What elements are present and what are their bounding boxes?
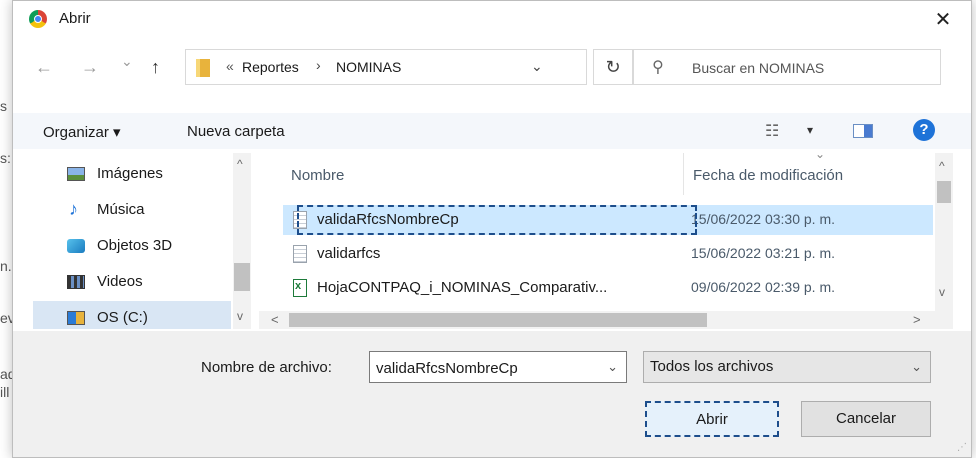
nav-item-imagenes[interactable]: Imágenes xyxy=(33,157,231,191)
forward-arrow-icon[interactable]: → xyxy=(81,57,99,78)
dialog-footer: Nombre de archivo: ⌄ Todos los archivos … xyxy=(13,331,971,457)
address-dropdown-chevron-icon[interactable]: ⌄ xyxy=(531,58,543,75)
scroll-down-icon[interactable]: v xyxy=(237,309,243,323)
navigation-bar: ← → ⌄ ↑ « Reportes › NOMINAS ⌄ ↻ ⚲ xyxy=(13,49,971,89)
column-header-name[interactable]: Nombre xyxy=(291,167,344,184)
new-folder-button[interactable]: Nueva carpeta xyxy=(187,123,285,140)
folder-icon xyxy=(196,59,210,77)
nav-item-videos[interactable]: Videos xyxy=(33,265,231,299)
file-list-vertical-scrollbar[interactable]: ^ v xyxy=(935,153,953,311)
file-date: 15/06/2022 03:21 p. m. xyxy=(691,245,835,261)
view-options-icon[interactable]: ☷ xyxy=(765,121,779,141)
background-text-fragment: n. xyxy=(0,258,12,274)
filename-label: Nombre de archivo: xyxy=(201,359,332,376)
open-file-dialog: Abrir ✕ ← → ⌄ ↑ « Reportes › NOMINAS ⌄ ↻… xyxy=(12,0,972,458)
scroll-thumb[interactable] xyxy=(234,263,250,291)
scroll-up-icon[interactable]: ^ xyxy=(939,159,945,173)
file-name: validarfcs xyxy=(317,245,381,262)
nav-pane-scrollbar[interactable]: ^ v xyxy=(233,153,251,329)
breadcrumb-item-reportes[interactable]: Reportes xyxy=(242,59,299,75)
nav-item-label: Objetos 3D xyxy=(97,237,173,254)
organize-menu-button[interactable]: Organizar ▾ xyxy=(43,123,121,141)
scroll-right-icon[interactable]: > xyxy=(913,312,921,327)
scroll-down-icon[interactable]: v xyxy=(939,285,945,299)
nav-item-musica[interactable]: ♪ Música xyxy=(33,193,231,227)
open-button[interactable]: Abrir xyxy=(645,401,779,437)
filename-combobox[interactable]: ⌄ xyxy=(369,351,627,383)
address-bar[interactable]: « Reportes › NOMINAS ⌄ xyxy=(185,49,587,85)
chrome-icon xyxy=(29,10,47,28)
close-button[interactable]: ✕ xyxy=(929,7,957,33)
nav-item-label: Videos xyxy=(97,273,143,290)
drive-icon xyxy=(67,311,85,325)
nav-item-os-c[interactable]: OS (C:) xyxy=(33,301,231,329)
file-type-value: Todos los archivos xyxy=(650,358,774,375)
file-list-horizontal-scrollbar[interactable]: < > xyxy=(259,311,953,329)
nav-item-objetos-3d[interactable]: Objetos 3D xyxy=(33,229,231,263)
navigation-pane: Imágenes ♪ Música Objetos 3D Videos OS (… xyxy=(33,153,253,329)
file-date: 15/06/2022 03:30 p. m. xyxy=(691,211,835,227)
column-divider[interactable] xyxy=(683,153,684,195)
scroll-left-icon[interactable]: < xyxy=(271,312,279,327)
cancel-button[interactable]: Cancelar xyxy=(801,401,931,437)
search-box[interactable]: ⚲ xyxy=(633,49,941,85)
file-row[interactable]: HojaCONTPAQ_i_NOMINAS_Comparativ... 09/0… xyxy=(283,273,933,303)
resize-grip-icon[interactable]: ⋰ xyxy=(957,442,967,453)
background-text-fragment: s: xyxy=(0,150,11,166)
view-dropdown-icon[interactable]: ▾ xyxy=(807,123,813,137)
dialog-title: Abrir xyxy=(59,10,91,27)
excel-file-icon xyxy=(293,279,307,297)
file-row[interactable]: validarfcs 15/06/2022 03:21 p. m. xyxy=(283,239,933,269)
title-bar: Abrir ✕ xyxy=(13,1,971,39)
search-input[interactable] xyxy=(690,56,924,80)
preview-pane-icon[interactable] xyxy=(853,124,873,138)
scroll-thumb[interactable] xyxy=(937,181,951,203)
sort-indicator-icon: ⌄ xyxy=(815,153,826,161)
file-date: 09/06/2022 02:39 p. m. xyxy=(691,279,835,295)
command-toolbar: Organizar ▾ Nueva carpeta ☷ ▾ ? xyxy=(13,113,971,149)
nav-item-label: Música xyxy=(97,201,145,218)
search-icon: ⚲ xyxy=(652,59,664,76)
objects-3d-icon xyxy=(67,239,85,253)
breadcrumb-item-nominas[interactable]: NOMINAS xyxy=(336,59,401,75)
scroll-thumb[interactable] xyxy=(289,313,707,327)
help-icon[interactable]: ? xyxy=(913,119,935,141)
recent-locations-chevron-icon[interactable]: ⌄ xyxy=(121,53,133,70)
breadcrumb-overflow-icon[interactable]: « xyxy=(226,58,234,74)
chevron-down-icon[interactable]: ⌄ xyxy=(607,359,618,375)
music-icon: ♪ xyxy=(69,199,78,219)
up-arrow-icon[interactable]: ↑ xyxy=(151,57,160,78)
text-file-icon xyxy=(293,245,307,263)
nav-item-label: OS (C:) xyxy=(97,309,148,326)
back-arrow-icon[interactable]: ← xyxy=(35,57,53,78)
pictures-icon xyxy=(67,167,85,181)
breadcrumb-separator-icon[interactable]: › xyxy=(316,57,321,73)
nav-item-label: Imágenes xyxy=(97,165,163,182)
chevron-down-icon: ⌄ xyxy=(911,359,922,374)
videos-icon xyxy=(67,275,85,289)
background-text-fragment: s xyxy=(0,98,7,114)
file-list-pane: ⌄ Nombre Fecha de modificación validaRfc… xyxy=(259,153,953,329)
file-name: HojaCONTPAQ_i_NOMINAS_Comparativ... xyxy=(317,279,608,296)
file-row[interactable]: validaRfcsNombreCp 15/06/2022 03:30 p. m… xyxy=(283,205,933,235)
column-header-date-modified[interactable]: Fecha de modificación xyxy=(693,167,843,184)
file-type-select[interactable]: Todos los archivos ⌄ xyxy=(643,351,931,383)
focus-outline xyxy=(297,205,697,235)
background-text-fragment: ill xyxy=(0,384,10,400)
refresh-button[interactable]: ↻ xyxy=(593,49,633,85)
scroll-up-icon[interactable]: ^ xyxy=(237,157,243,171)
filename-input[interactable] xyxy=(374,357,598,379)
